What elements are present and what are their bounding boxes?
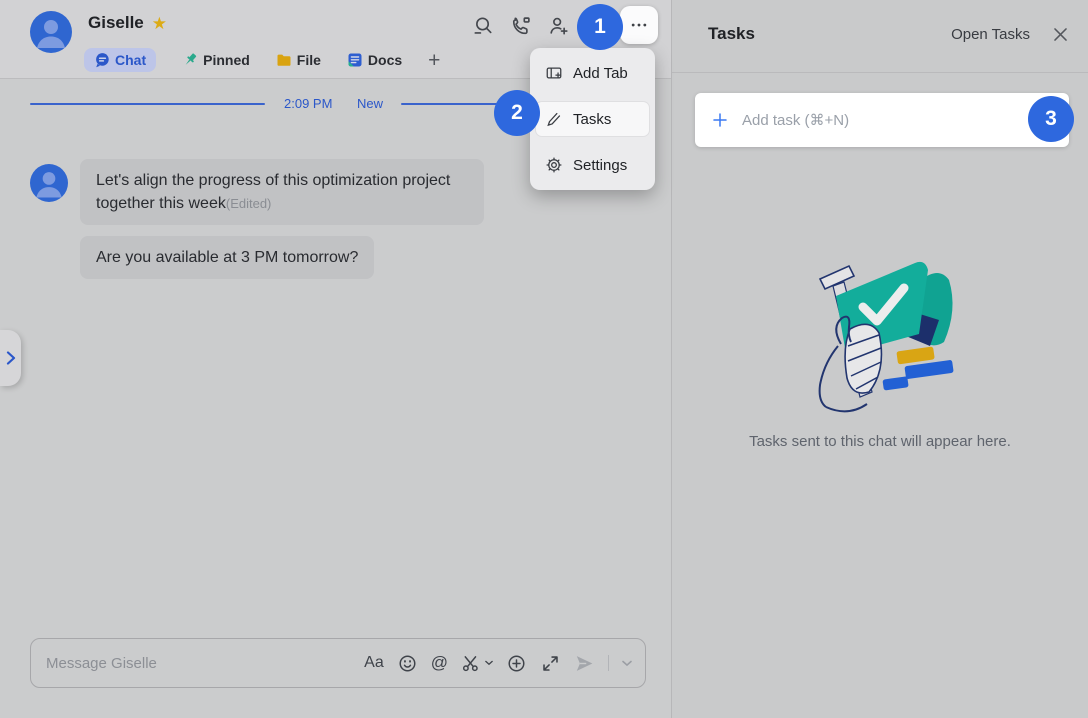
emoji-icon[interactable]: [397, 653, 418, 674]
step-badge-1: 1: [577, 4, 623, 50]
more-button[interactable]: [620, 6, 658, 44]
menu-item-tasks[interactable]: Tasks: [536, 102, 649, 136]
mention-icon[interactable]: @: [431, 653, 448, 673]
add-tab-plus-button[interactable]: +: [428, 50, 440, 71]
step-badge-3: 3: [1028, 96, 1074, 142]
new-divider-label: New: [357, 96, 383, 111]
more-dropdown-menu: Add Tab Tasks Settings: [530, 48, 655, 190]
message-bubbles: Let's align the progress of this optimiz…: [80, 159, 484, 279]
tab-chat[interactable]: Chat: [84, 48, 156, 72]
tasks-panel-header: Tasks Open Tasks: [672, 0, 1088, 73]
chat-bubble-icon: [94, 52, 110, 68]
person-icon: [30, 164, 68, 202]
tab-file[interactable]: File: [276, 52, 321, 68]
new-divider-time: 2:09 PM: [284, 96, 332, 111]
tasks-empty-message: Tasks sent to this chat will appear here…: [672, 433, 1088, 450]
add-task-input[interactable]: [742, 112, 1053, 129]
expand-composer-icon[interactable]: [540, 653, 561, 674]
add-task-plus-icon: [711, 111, 729, 129]
message-composer: Aa @: [30, 638, 646, 688]
message-text: Let's align the progress of this optimiz…: [96, 172, 450, 212]
contact-name: Giselle: [88, 13, 144, 33]
add-tab-icon: [545, 64, 563, 82]
new-divider-line-left: [30, 103, 265, 105]
message-group: Let's align the progress of this optimiz…: [30, 159, 484, 279]
send-icon[interactable]: [574, 653, 595, 674]
favorite-star-icon[interactable]: ★: [152, 15, 167, 32]
new-divider-line-right: [401, 103, 497, 105]
app-window: Giselle ★: [0, 0, 1088, 718]
call-icon[interactable]: [510, 15, 532, 37]
more-dots-icon: [629, 15, 649, 35]
expand-sidebar-handle[interactable]: [0, 330, 21, 386]
chat-tabs: Chat Pinned File: [84, 46, 440, 74]
contact-avatar[interactable]: [30, 11, 72, 53]
tasks-panel-title: Tasks: [708, 24, 755, 44]
message-input[interactable]: [46, 655, 351, 672]
menu-item-add-tab[interactable]: Add Tab: [536, 56, 649, 90]
send-options-chevron-icon[interactable]: [622, 660, 632, 667]
contact-row: Giselle ★: [88, 13, 167, 33]
message-bubble[interactable]: Let's align the progress of this optimiz…: [80, 159, 484, 225]
attach-plus-icon[interactable]: [506, 653, 527, 674]
chevron-right-icon: [6, 351, 16, 365]
composer-divider: [608, 655, 609, 671]
add-member-icon[interactable]: [548, 15, 570, 37]
tasks-side-panel: Tasks Open Tasks: [671, 0, 1088, 718]
gear-icon: [545, 156, 563, 174]
message-text: Are you available at 3 PM tomorrow?: [96, 249, 358, 266]
message-avatar[interactable]: [30, 164, 68, 202]
tasks-empty-illustration: [791, 250, 981, 415]
tab-label: Pinned: [203, 52, 250, 68]
edited-label: (Edited): [226, 196, 272, 211]
menu-item-settings[interactable]: Settings: [536, 148, 649, 182]
tab-label: Docs: [368, 52, 402, 68]
folder-icon: [276, 52, 292, 68]
add-task-field[interactable]: [695, 93, 1069, 147]
docs-icon: [347, 52, 363, 68]
tab-label: File: [297, 52, 321, 68]
chevron-down-icon: [485, 660, 493, 666]
menu-item-label: Settings: [573, 157, 627, 174]
open-tasks-button[interactable]: Open Tasks: [951, 26, 1030, 43]
menu-item-label: Add Tab: [573, 65, 628, 82]
person-icon: [30, 11, 72, 53]
message-bubble[interactable]: Are you available at 3 PM tomorrow?: [80, 236, 374, 279]
step-badge-2: 2: [494, 90, 540, 136]
tab-pinned[interactable]: Pinned: [182, 52, 250, 68]
text-format-icon[interactable]: Aa: [364, 654, 384, 672]
close-icon[interactable]: [1051, 25, 1070, 44]
tab-docs[interactable]: Docs: [347, 52, 402, 68]
tasks-pen-icon: [545, 110, 563, 128]
menu-item-label: Tasks: [573, 111, 611, 128]
screenshot-scissors-icon[interactable]: [461, 653, 493, 674]
pin-icon: [182, 52, 198, 68]
search-icon[interactable]: [472, 15, 494, 37]
tab-label: Chat: [115, 52, 146, 68]
